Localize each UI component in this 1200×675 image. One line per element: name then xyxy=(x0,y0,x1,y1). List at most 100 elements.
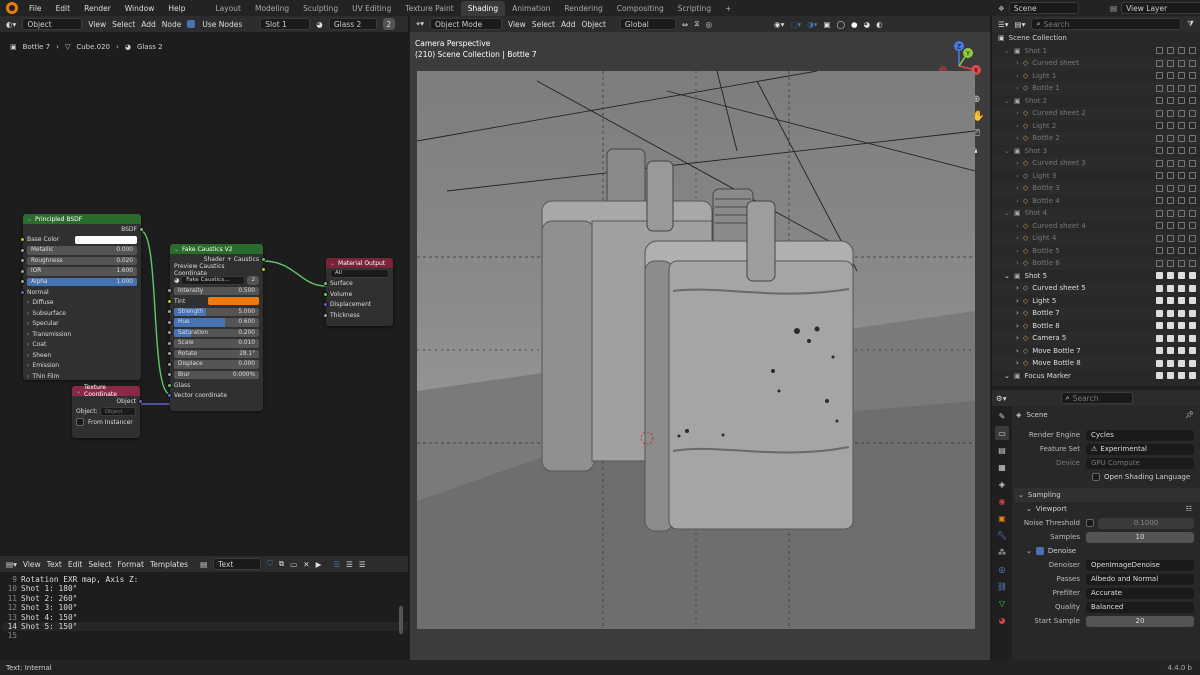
menu-render[interactable]: Render xyxy=(77,4,118,13)
sampling-panel-header[interactable]: ⌄ Sampling xyxy=(1014,488,1200,502)
chevron-right-icon[interactable]: › xyxy=(1016,234,1019,242)
tab-scripting[interactable]: Scripting xyxy=(671,1,718,16)
chevron-right-icon[interactable]: › xyxy=(1016,322,1019,330)
exclude-checkbox[interactable] xyxy=(1156,334,1163,342)
view-layer-field[interactable]: View Layer xyxy=(1121,2,1200,14)
chevron-right-icon[interactable]: › xyxy=(1016,347,1019,355)
group-field[interactable]: Fake Caustics... xyxy=(181,275,246,285)
eye-icon[interactable] xyxy=(1167,222,1174,230)
exclude-checkbox[interactable] xyxy=(1156,109,1163,117)
eye-icon[interactable] xyxy=(1167,97,1174,105)
viewport-icon[interactable] xyxy=(1178,84,1185,92)
shading-rendered-icon[interactable]: ◐ xyxy=(876,20,883,29)
ior-slider[interactable]: IOR 1.600 xyxy=(27,267,137,276)
shading-wireframe-icon[interactable]: ◯ xyxy=(837,20,845,29)
eye-icon[interactable] xyxy=(1167,122,1174,130)
chevron-down-icon[interactable]: ⌄ xyxy=(1004,147,1010,155)
tab-modeling[interactable]: Modeling xyxy=(248,1,296,16)
outliner-row[interactable]: › ◇ Light 1 xyxy=(992,70,1200,83)
object-tab-icon[interactable]: ▣ xyxy=(995,511,1009,525)
render-icon[interactable] xyxy=(1189,134,1196,142)
hue-slider[interactable]: Hue 0.600 xyxy=(174,318,259,327)
target-select[interactable]: All xyxy=(330,268,389,278)
outliner-row[interactable]: › ◇ Bottle 7 xyxy=(992,307,1200,320)
editor-type-icon[interactable]: ☰▾ xyxy=(998,20,1009,29)
input-socket[interactable] xyxy=(20,279,25,285)
viewport-icon[interactable] xyxy=(1178,122,1185,130)
input-socket[interactable] xyxy=(167,372,172,378)
render-icon[interactable] xyxy=(1189,47,1196,55)
outliner-row[interactable]: › ◇ Curved sheet 5 xyxy=(992,282,1200,295)
device-select[interactable]: GPU Compute xyxy=(1086,457,1194,469)
proportional-edit-icon[interactable]: ◎ xyxy=(705,20,712,29)
input-socket[interactable] xyxy=(167,298,172,304)
world-tab-icon[interactable]: ◉ xyxy=(995,494,1009,508)
denoiser-select[interactable]: OpenImageDenoise xyxy=(1086,559,1194,571)
render-icon[interactable] xyxy=(1189,147,1196,155)
outliner-row[interactable]: › ◇ Bottle 6 xyxy=(992,257,1200,270)
tint-swatch[interactable] xyxy=(208,297,259,306)
viewport-icon[interactable] xyxy=(1178,234,1185,242)
viewport-icon[interactable] xyxy=(1178,297,1185,305)
text-menu-select[interactable]: Select xyxy=(88,560,111,569)
render-engine-select[interactable]: Cycles xyxy=(1086,429,1194,441)
input-socket[interactable] xyxy=(167,351,172,357)
particles-tab-icon[interactable]: ⁂ xyxy=(995,545,1009,559)
shading-material-icon[interactable]: ◕ xyxy=(864,20,871,29)
exclude-checkbox[interactable] xyxy=(1156,172,1163,180)
input-socket[interactable] xyxy=(167,340,172,346)
input-socket[interactable] xyxy=(323,281,328,287)
exclude-checkbox[interactable] xyxy=(1156,122,1163,130)
node-header[interactable]: ⌄ Principled BSDF xyxy=(23,214,141,224)
menu-edit[interactable]: Edit xyxy=(49,4,78,13)
close-icon[interactable]: ✕ xyxy=(303,560,309,569)
eye-icon[interactable] xyxy=(1167,59,1174,67)
fake-caustics-node[interactable]: ⌄ Fake Caustics V2 Shader + Caustics Prev… xyxy=(167,244,266,411)
eye-icon[interactable] xyxy=(1167,309,1174,317)
outliner-row[interactable]: › ◇ Bottle 2 xyxy=(992,132,1200,145)
camera-view-frame[interactable] xyxy=(417,71,975,629)
pin-icon[interactable]: 📌︎ xyxy=(1185,411,1194,419)
exclude-checkbox[interactable] xyxy=(1156,234,1163,242)
render-icon[interactable] xyxy=(1189,172,1196,180)
filter-icon[interactable]: ⧩ xyxy=(1187,19,1194,29)
outliner-row[interactable]: › ◇ Light 4 xyxy=(992,232,1200,245)
outliner-row[interactable]: ⌄ ▣ Shot 5 xyxy=(992,270,1200,283)
exclude-checkbox[interactable] xyxy=(1156,72,1163,80)
menu-help[interactable]: Help xyxy=(161,4,192,13)
menu-window[interactable]: Window xyxy=(118,4,162,13)
outliner-row[interactable]: › ◇ Move Bottle 7 xyxy=(992,345,1200,358)
eye-icon[interactable] xyxy=(1167,259,1174,267)
outliner-row[interactable]: › ◇ Curved sheet 4 xyxy=(992,220,1200,233)
input-socket[interactable] xyxy=(167,361,172,367)
run-script-icon[interactable]: ▶ xyxy=(316,560,322,569)
viewport-icon[interactable] xyxy=(1178,272,1185,280)
eye-icon[interactable] xyxy=(1167,209,1174,217)
chevron-right-icon[interactable]: › xyxy=(1016,172,1019,180)
outliner-row[interactable]: › ◇ Light 3 xyxy=(992,170,1200,183)
input-socket[interactable] xyxy=(323,302,328,308)
render-icon[interactable] xyxy=(1189,209,1196,217)
tab-sculpting[interactable]: Sculpting xyxy=(296,1,345,16)
render-icon[interactable] xyxy=(1189,359,1196,367)
blur-slider[interactable]: Blur 0.000% xyxy=(174,370,259,379)
render-icon[interactable] xyxy=(1189,309,1196,317)
render-icon[interactable] xyxy=(1189,72,1196,80)
from-instancer-checkbox[interactable] xyxy=(76,418,84,427)
viewport-icon[interactable] xyxy=(1178,284,1185,292)
material-tab-icon[interactable]: ◕ xyxy=(995,613,1009,627)
exclude-checkbox[interactable] xyxy=(1156,159,1163,167)
outliner-row[interactable]: › ◇ Bottle 3 xyxy=(992,182,1200,195)
eye-icon[interactable] xyxy=(1167,322,1174,330)
object-picker[interactable]: Object xyxy=(99,407,136,417)
outliner-row[interactable]: › ◇ Curved sheet xyxy=(992,57,1200,70)
input-socket[interactable] xyxy=(167,309,172,315)
outliner-row[interactable]: ⌄ ▣ Shot 4 xyxy=(992,207,1200,220)
output-tab-icon[interactable]: ▤ xyxy=(995,443,1009,457)
exclude-checkbox[interactable] xyxy=(1156,297,1163,305)
exclude-checkbox[interactable] xyxy=(1156,222,1163,230)
outliner-row[interactable]: › ◇ Move Bottle 8 xyxy=(992,357,1200,370)
blender-logo-icon[interactable] xyxy=(6,2,18,14)
denoise-checkbox[interactable] xyxy=(1035,547,1044,555)
outliner-search[interactable]: ⌕ Search xyxy=(1031,18,1182,30)
